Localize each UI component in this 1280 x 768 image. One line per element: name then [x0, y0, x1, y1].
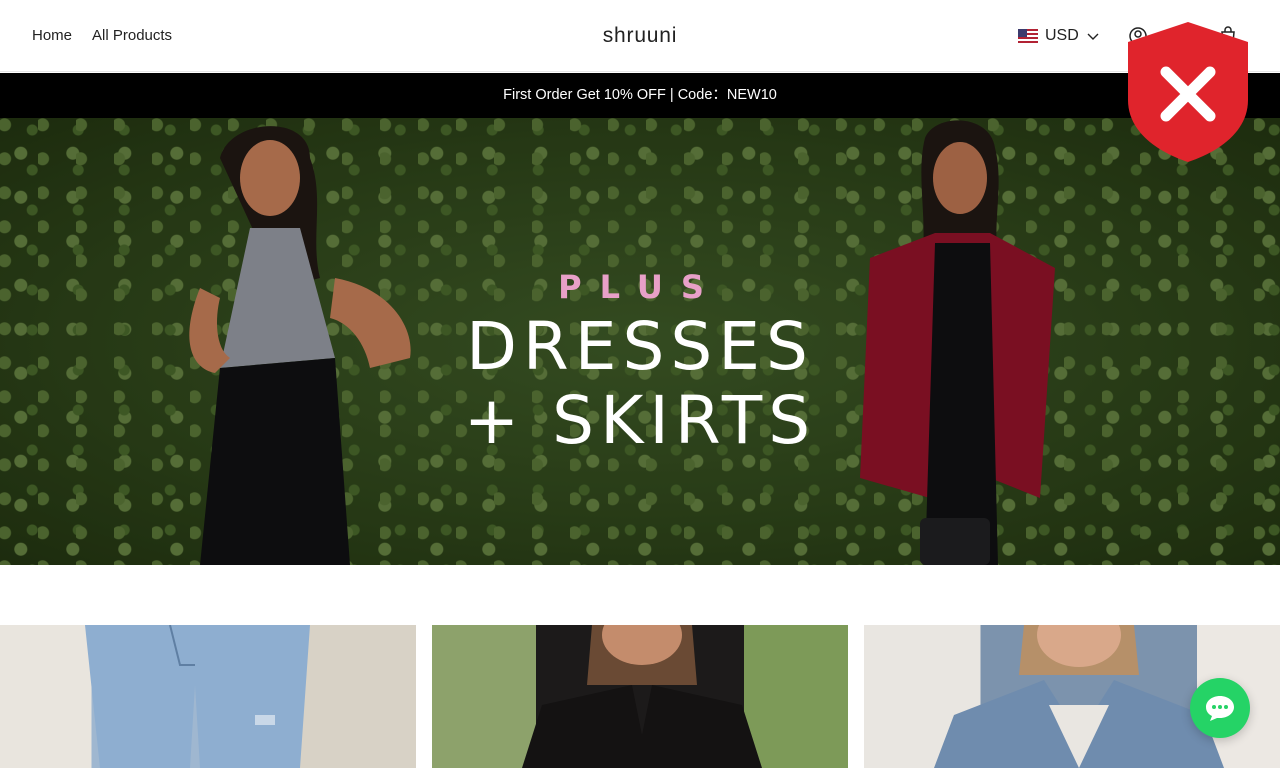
chevron-down-icon — [1087, 33, 1099, 40]
hero-banner[interactable]: PLUS DRESSES + SKIRTS — [0, 118, 1280, 565]
site-header: Home All Products shruuni USD — [0, 0, 1280, 72]
product-card-tops[interactable] — [432, 625, 848, 768]
hero-title-line2: + SKIRTS — [463, 382, 817, 459]
product-image-jeans — [85, 625, 310, 768]
us-flag-icon — [1018, 29, 1038, 43]
shield-x-icon[interactable] — [1126, 20, 1250, 164]
product-image-tops — [522, 625, 762, 768]
chat-bubble-icon — [1206, 696, 1234, 721]
hero-kicker: PLUS — [558, 268, 722, 306]
currency-code: USD — [1045, 27, 1079, 44]
product-card-jeans[interactable] — [0, 625, 416, 768]
announcement-bar: First Order Get 10% OFF | Code：NEW10 — [0, 73, 1280, 118]
chat-button[interactable] — [1190, 678, 1250, 738]
hero-title-line1: DRESSES — [466, 308, 814, 385]
hero-headline: PLUS DRESSES + SKIRTS — [0, 266, 1280, 456]
currency-selector[interactable]: USD — [1018, 25, 1100, 47]
